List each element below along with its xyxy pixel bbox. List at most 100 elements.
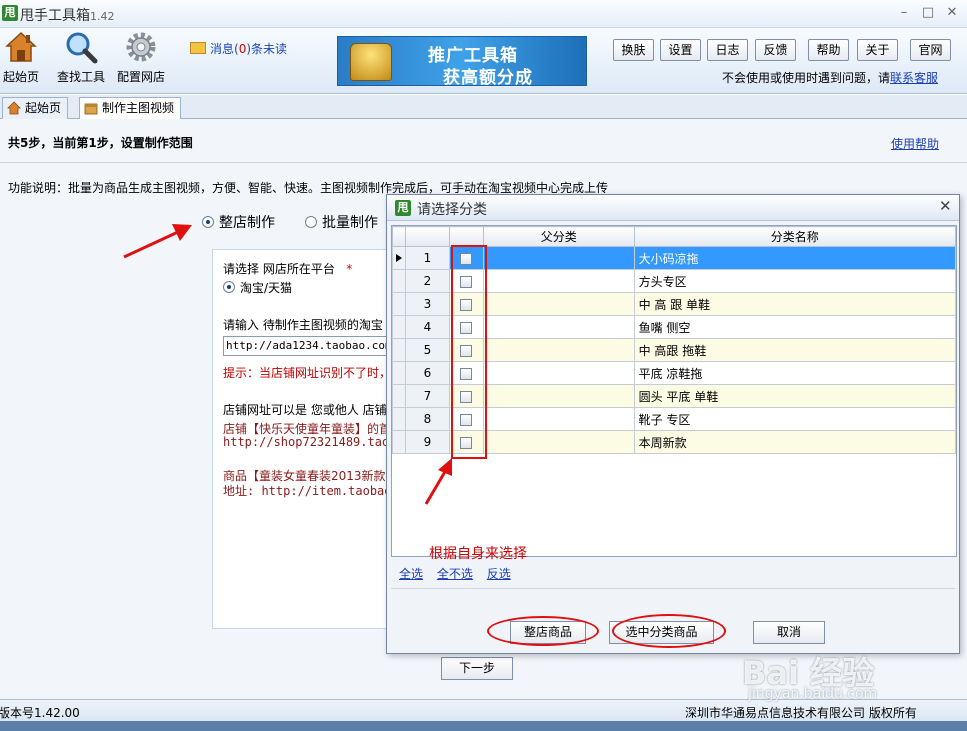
category-name-cell: 圆头 平底 单鞋 xyxy=(633,384,957,408)
home-tool-button[interactable]: 起始页 xyxy=(2,30,40,85)
tab-home[interactable]: 起始页 xyxy=(2,97,69,119)
settings-panel: 请选择 网店所在平台 * 淘宝/天猫 请输入 待制作主图视频的淘宝 http:/… xyxy=(212,249,420,629)
parent-category-header: 父分类 xyxy=(482,226,635,247)
parent-category-cell xyxy=(482,430,635,454)
selection-links: 全选 全不选 反选 xyxy=(399,565,521,582)
website-button[interactable]: 官网 xyxy=(910,39,951,61)
settings-button[interactable]: 设置 xyxy=(660,39,701,61)
invert-selection-link[interactable]: 反选 xyxy=(487,567,511,581)
skin-button[interactable]: 换肤 xyxy=(613,39,654,61)
help-button[interactable]: 帮助 xyxy=(808,39,849,61)
app-logo-icon: 甩 xyxy=(2,5,18,21)
config-shop-button[interactable]: 配置网店 xyxy=(116,30,166,85)
selected-category-products-button[interactable]: 选中分类商品 xyxy=(609,621,714,644)
app-version: 1.42 xyxy=(90,10,115,23)
taskbar xyxy=(0,721,967,731)
mode-batch-radio[interactable]: 批量制作 xyxy=(305,212,378,232)
red-arrow-annotation xyxy=(424,458,452,505)
tab-strip: 起始页 制作主图视频 xyxy=(0,95,967,120)
about-button[interactable]: 关于 xyxy=(857,39,898,61)
category-dialog: 甩 请选择分类 ✕ 父分类 分类名称 1 大小码凉拖 2 方头专区 3 中 高 … xyxy=(386,194,960,654)
category-name-cell: 靴子 专区 xyxy=(633,407,957,431)
parent-category-cell xyxy=(482,246,635,270)
parent-category-cell xyxy=(482,407,635,431)
message-link[interactable]: 消息(0)条未读 xyxy=(190,40,287,57)
url-prompt: 请输入 待制作主图视频的淘宝 xyxy=(223,318,383,332)
banner-line2: 获高额分成 xyxy=(443,68,533,88)
parent-category-cell xyxy=(482,315,635,339)
cancel-button[interactable]: 取消 xyxy=(753,621,825,644)
gear-icon xyxy=(126,32,156,62)
find-tool-label: 查找工具 xyxy=(56,70,105,84)
row-number: 3 xyxy=(404,292,450,316)
parent-category-cell xyxy=(482,269,635,293)
baidu-watermark-logo: Bai 经验 jingyan.baidu.com xyxy=(742,654,878,702)
category-name-cell: 本周新款 xyxy=(633,430,957,454)
feedback-button[interactable]: 反馈 xyxy=(755,39,796,61)
category-name-cell: 方头专区 xyxy=(633,269,957,293)
main-toolbar: 起始页 查找工具 配置网店 消息(0)条未读 推广工具箱 获高额分成 换肤 设置… xyxy=(0,28,967,94)
checkbox-highlight-box xyxy=(451,245,487,459)
dialog-close-button[interactable]: ✕ xyxy=(939,197,952,215)
table-header-row: 父分类 分类名称 xyxy=(392,226,957,247)
parent-category-cell xyxy=(482,292,635,316)
tab-make-video[interactable]: 制作主图视频 xyxy=(79,97,182,120)
shop-url-note: 店铺网址可以是 您或他人 店铺 xyxy=(223,403,387,417)
row-pointer-icon xyxy=(396,254,402,262)
log-button[interactable]: 日志 xyxy=(707,39,748,61)
category-name-cell: 大小码凉拖 xyxy=(633,246,957,270)
checkbox-header xyxy=(448,226,484,247)
category-name-cell: 平底 凉鞋拖 xyxy=(633,361,957,385)
row-indicator-header xyxy=(392,226,406,247)
row-number: 8 xyxy=(404,407,450,431)
radio-unchecked-icon xyxy=(305,216,317,228)
row-number: 7 xyxy=(404,384,450,408)
contact-support-link[interactable]: 联系客服 xyxy=(890,71,938,85)
current-row-indicator xyxy=(392,246,406,270)
treasure-chest-icon xyxy=(350,43,392,81)
category-name-cell: 鱼嘴 侧空 xyxy=(633,315,957,339)
support-line: 不会使用或使用时遇到问题，请联系客服 xyxy=(722,71,939,85)
shop-url-input[interactable]: http://ada1234.taobao.com/? xyxy=(223,336,398,356)
row-number-header xyxy=(404,226,450,247)
row-number: 6 xyxy=(404,361,450,385)
promo-banner[interactable]: 推广工具箱 获高额分成 xyxy=(337,36,587,88)
home-tool-label: 起始页 xyxy=(2,70,39,84)
parent-category-cell xyxy=(482,384,635,408)
next-step-button[interactable]: 下一步 xyxy=(441,657,513,680)
row-number: 2 xyxy=(404,269,450,293)
home-icon xyxy=(5,31,37,62)
title-bar: 甩 甩手工具箱1.42 – □ ✕ xyxy=(0,0,967,28)
whole-shop-products-button[interactable]: 整店商品 xyxy=(510,621,586,644)
select-all-link[interactable]: 全选 xyxy=(399,567,423,581)
search-icon xyxy=(66,32,98,64)
maximize-button[interactable]: □ xyxy=(917,4,939,22)
use-help-link[interactable]: 使用帮助 xyxy=(891,135,939,152)
platform-taobao-radio[interactable]: 淘宝/天猫 xyxy=(223,279,292,296)
platform-label: 请选择 网店所在平台 * xyxy=(223,262,353,276)
red-arrow-annotation xyxy=(123,224,192,259)
dialog-title-bar: 甩 请选择分类 ✕ xyxy=(387,195,959,221)
minimize-button[interactable]: – xyxy=(893,4,915,22)
app-logo-icon: 甩 xyxy=(395,200,411,216)
row-number: 5 xyxy=(404,338,450,362)
divider xyxy=(391,588,955,589)
find-tool-button[interactable]: 查找工具 xyxy=(56,30,106,85)
category-name-cell: 中 高 跟 单鞋 xyxy=(633,292,957,316)
close-button[interactable]: ✕ xyxy=(941,4,963,22)
hint-text: 提示：当店铺网址识别不了时， xyxy=(223,366,392,380)
package-icon xyxy=(84,103,98,115)
parent-category-cell xyxy=(482,361,635,385)
dialog-title: 请选择分类 xyxy=(417,202,487,218)
radio-checked-icon xyxy=(223,281,235,293)
category-name-cell: 中 高跟 拖鞋 xyxy=(633,338,957,362)
example-shop-url: http://shop72321489.taobao xyxy=(223,435,411,449)
home-icon xyxy=(7,101,21,115)
choose-annotation: 根据自身来选择 xyxy=(429,546,527,562)
select-none-link[interactable]: 全不选 xyxy=(437,567,473,581)
category-name-header: 分类名称 xyxy=(633,226,957,247)
row-number: 4 xyxy=(404,315,450,339)
version-text: 版本号1.42.00 xyxy=(0,706,80,720)
row-number: 9 xyxy=(404,430,450,454)
mail-icon xyxy=(190,42,206,54)
